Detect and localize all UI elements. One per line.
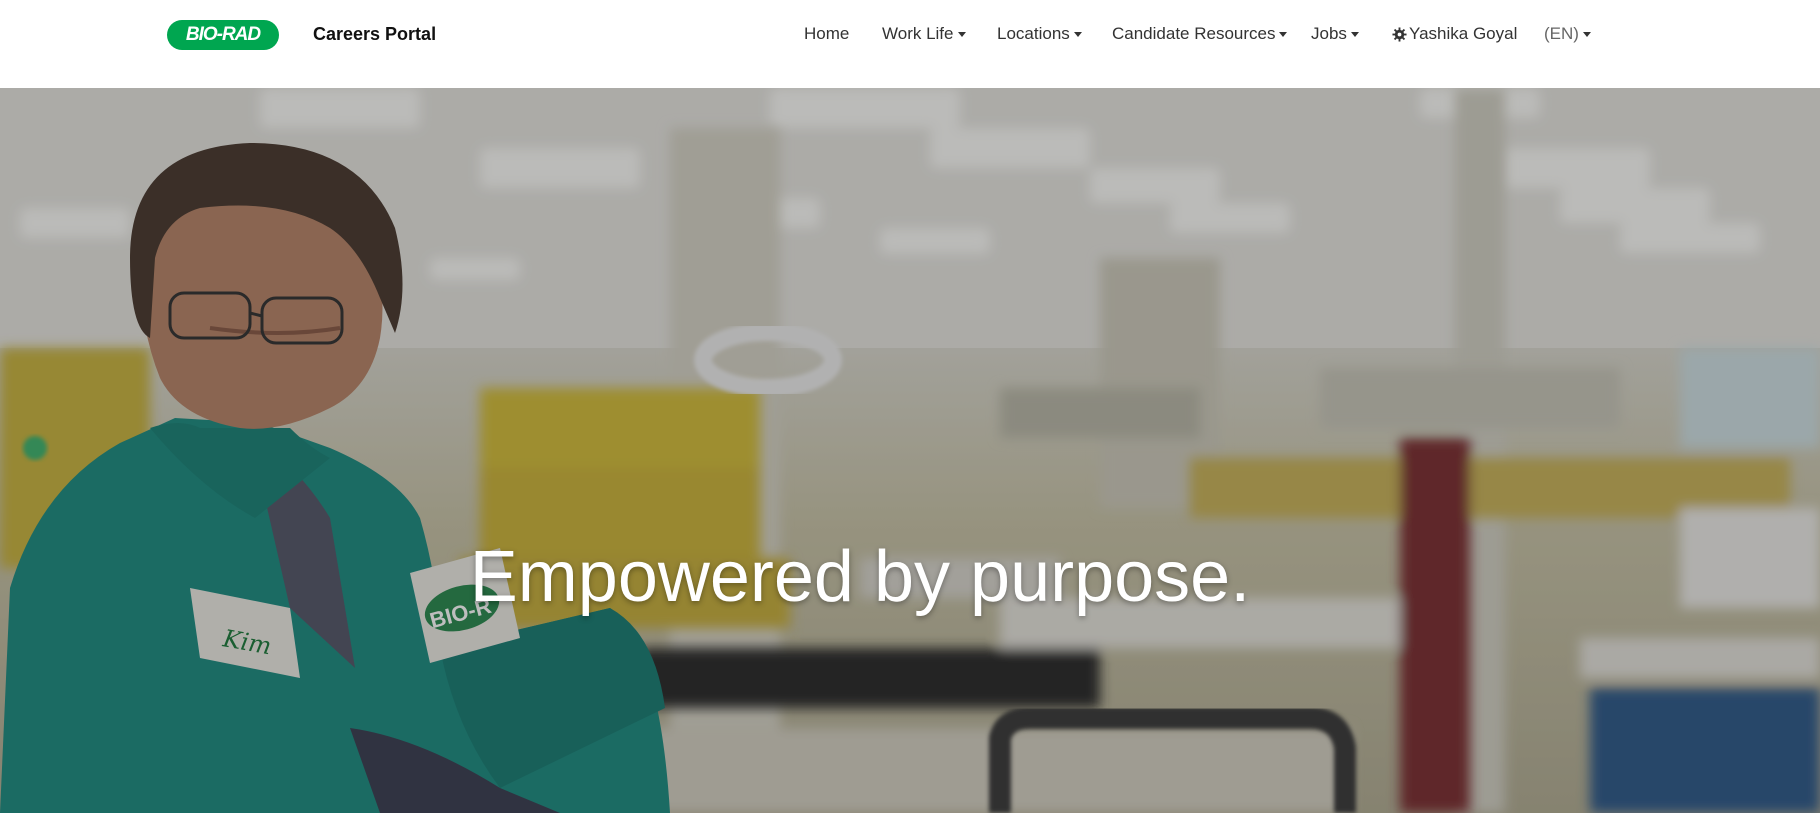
- caret-down-icon: [957, 31, 966, 37]
- nav-home-label: Home: [804, 24, 850, 43]
- hero-dim-overlay: [0, 88, 1820, 813]
- hero-headline-text: Empowered by purpose.: [469, 537, 1251, 618]
- nav-home[interactable]: Home: [804, 24, 849, 44]
- caret-down-icon: [1073, 31, 1082, 37]
- gear-icon: [1392, 26, 1407, 42]
- nav-candidate-resources[interactable]: Candidate Resources: [1112, 24, 1288, 44]
- nav-work-life-label: Work Life: [882, 24, 954, 43]
- nav-user-label: Yashika Goyal: [1409, 24, 1518, 43]
- hero-banner: Kim BIO-R Empowered by purpose.: [0, 88, 1820, 813]
- nav-language-label: (EN): [1544, 24, 1579, 43]
- nav-user-menu[interactable]: Yashika Goyal: [1392, 24, 1517, 44]
- nav-jobs[interactable]: Jobs: [1311, 24, 1359, 44]
- nav-work-life[interactable]: Work Life: [882, 24, 966, 44]
- caret-down-icon: [1350, 31, 1359, 37]
- caret-down-icon: [1279, 31, 1288, 37]
- nav-candidate-resources-label: Candidate Resources: [1112, 24, 1276, 43]
- top-navbar: BIO-RAD Careers Portal Home Work Life Lo…: [0, 0, 1820, 88]
- nav-locations[interactable]: Locations: [997, 24, 1082, 44]
- nav-locations-label: Locations: [997, 24, 1070, 43]
- caret-down-icon: [1582, 31, 1591, 37]
- nav-jobs-label: Jobs: [1311, 24, 1347, 43]
- nav-language-select[interactable]: (EN): [1544, 24, 1591, 44]
- main-nav: Home Work Life Locations Candidate Resou…: [0, 24, 1820, 48]
- hero-headline: Empowered by purpose.: [0, 536, 1820, 618]
